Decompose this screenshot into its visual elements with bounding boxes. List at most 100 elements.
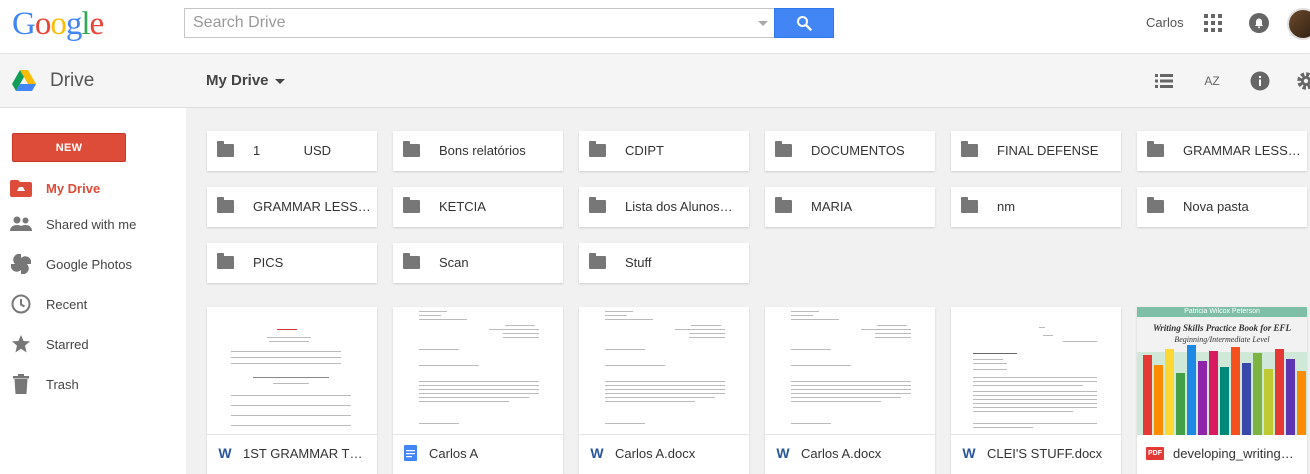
avatar[interactable] <box>1287 8 1310 40</box>
file-name: CLEI'S STUFF.docx <box>987 446 1103 461</box>
star-icon <box>10 333 32 355</box>
sidebar-item-label: Shared with me <box>46 216 137 232</box>
new-button[interactable]: NEW <box>12 133 126 162</box>
folder-item[interactable]: Lista dos Alunos… <box>579 187 749 227</box>
folder-name: nm <box>997 199 1016 214</box>
folder-icon <box>403 141 420 157</box>
folder-item[interactable]: GRAMMAR LESS… <box>1137 131 1307 171</box>
file-name: Carlos A.docx <box>615 446 696 461</box>
breadcrumb-label: My Drive <box>206 72 269 89</box>
book-subtitle: Beginning/Intermediate Level <box>1174 335 1270 344</box>
folder-item[interactable]: GRAMMAR LESS… <box>207 187 377 227</box>
folder-icon <box>217 197 234 213</box>
sidebar-item-label: Trash <box>46 376 79 392</box>
sidebar: NEW My Drive Shared with me Google Photo… <box>0 108 186 474</box>
apps-grid-icon[interactable] <box>1204 14 1222 32</box>
settings-icon[interactable] <box>1295 70 1310 92</box>
file-grid: 1 USD Bons relatórios CDIPT DOCUMENTOS FINAL… <box>186 108 1310 474</box>
sort-az-icon[interactable]: AZ <box>1201 70 1223 92</box>
file-card[interactable]: W Carlos A.docx <box>765 307 935 474</box>
sidebar-item-trash[interactable]: Trash <box>0 364 186 404</box>
file-card[interactable]: W CLEI'S STUFF.docx <box>951 307 1121 474</box>
file-card[interactable]: W 1ST GRAMMAR TE… <box>207 307 377 474</box>
word-file-icon: W <box>218 445 232 461</box>
shared-icon <box>10 213 32 235</box>
sidebar-item-label: Recent <box>46 296 88 312</box>
file-card[interactable]: Patricia Wilcox Peterson Writing Skills … <box>1137 307 1307 474</box>
folder-icon <box>775 141 792 157</box>
file-name: 1ST GRAMMAR TE… <box>243 446 367 461</box>
folder-item[interactable]: FINAL DEFENSE <box>951 131 1121 171</box>
sidebar-item-recent[interactable]: Recent <box>0 284 186 324</box>
folder-item[interactable]: MARIA <box>765 187 935 227</box>
folder-name: Scan <box>439 255 469 270</box>
sidebar-item-shared-with-me[interactable]: Shared with me <box>0 204 186 244</box>
word-file-icon: W <box>590 445 604 461</box>
file-thumbnail <box>393 307 563 435</box>
folder-name: Lista dos Alunos… <box>625 199 733 214</box>
sidebar-item-google-photos[interactable]: Google Photos <box>0 244 186 284</box>
folder-icon <box>1147 197 1164 213</box>
file-card[interactable]: Carlos A <box>393 307 563 474</box>
folder-name: MARIA <box>811 199 853 214</box>
folder-item[interactable]: DOCUMENTOS <box>765 131 935 171</box>
folder-icon <box>775 197 792 213</box>
search-box <box>184 8 774 38</box>
search-input[interactable] <box>185 9 745 37</box>
logo-letter: g <box>65 6 82 42</box>
sidebar-item-starred[interactable]: Starred <box>0 324 186 364</box>
drive-logo-icon[interactable] <box>12 70 36 92</box>
folder-item[interactable]: 1 USD <box>207 131 377 171</box>
book-cover-thumbnail: Patricia Wilcox Peterson Writing Skills … <box>1137 307 1307 435</box>
folder-name: PICS <box>253 255 284 270</box>
folder-item[interactable]: Nova pasta <box>1137 187 1307 227</box>
folder-name: 1 USD <box>253 143 332 158</box>
folder-icon <box>961 197 978 213</box>
word-file-icon: W <box>776 445 790 461</box>
folder-name: DOCUMENTOS <box>811 143 905 158</box>
folder-item[interactable]: PICS <box>207 243 377 283</box>
folder-item[interactable]: Scan <box>393 243 563 283</box>
folder-item[interactable]: nm <box>951 187 1121 227</box>
clock-icon <box>10 293 32 315</box>
drive-toolbar: Drive My Drive AZ <box>0 54 1310 108</box>
logo-letter: o <box>50 6 66 42</box>
file-name: developing_writing.… <box>1173 446 1297 461</box>
google-doc-icon <box>404 445 417 461</box>
folder-icon <box>403 253 420 269</box>
file-name: Carlos A.docx <box>801 446 882 461</box>
folder-item[interactable]: Stuff <box>579 243 749 283</box>
google-logo[interactable]: Google <box>12 6 105 43</box>
logo-letter: e <box>89 6 105 42</box>
trash-icon <box>10 373 32 395</box>
list-view-icon[interactable] <box>1153 70 1175 92</box>
top-bar: Google Carlos <box>0 0 1310 54</box>
folder-item[interactable]: CDIPT <box>579 131 749 171</box>
sidebar-item-my-drive[interactable]: My Drive <box>0 168 186 208</box>
folder-icon <box>217 141 234 157</box>
folder-icon <box>1147 141 1164 157</box>
chevron-down-icon <box>274 78 285 84</box>
book-author: Patricia Wilcox Peterson <box>1184 308 1260 315</box>
my-drive-icon <box>10 177 32 199</box>
folder-name: KETCIA <box>439 199 486 214</box>
folder-icon <box>589 197 606 213</box>
notifications-icon[interactable] <box>1249 13 1269 33</box>
logo-letter: l <box>81 6 90 42</box>
folder-name: FINAL DEFENSE <box>997 143 1099 158</box>
search-options-dropdown-icon[interactable] <box>758 21 768 26</box>
photos-icon <box>10 253 32 275</box>
folder-name: Bons relatórios <box>439 143 526 158</box>
account-name[interactable]: Carlos <box>1146 15 1184 30</box>
folder-name: Stuff <box>625 255 652 270</box>
folder-name: GRAMMAR LESS… <box>1183 143 1301 158</box>
breadcrumb[interactable]: My Drive <box>206 72 285 89</box>
info-icon[interactable] <box>1249 70 1271 92</box>
file-card[interactable]: W Carlos A.docx <box>579 307 749 474</box>
sidebar-item-label: Starred <box>46 336 89 352</box>
logo-letter: o <box>34 6 51 42</box>
app-title: Drive <box>50 70 95 91</box>
folder-item[interactable]: Bons relatórios <box>393 131 563 171</box>
folder-item[interactable]: KETCIA <box>393 187 563 227</box>
search-button[interactable] <box>774 8 834 38</box>
